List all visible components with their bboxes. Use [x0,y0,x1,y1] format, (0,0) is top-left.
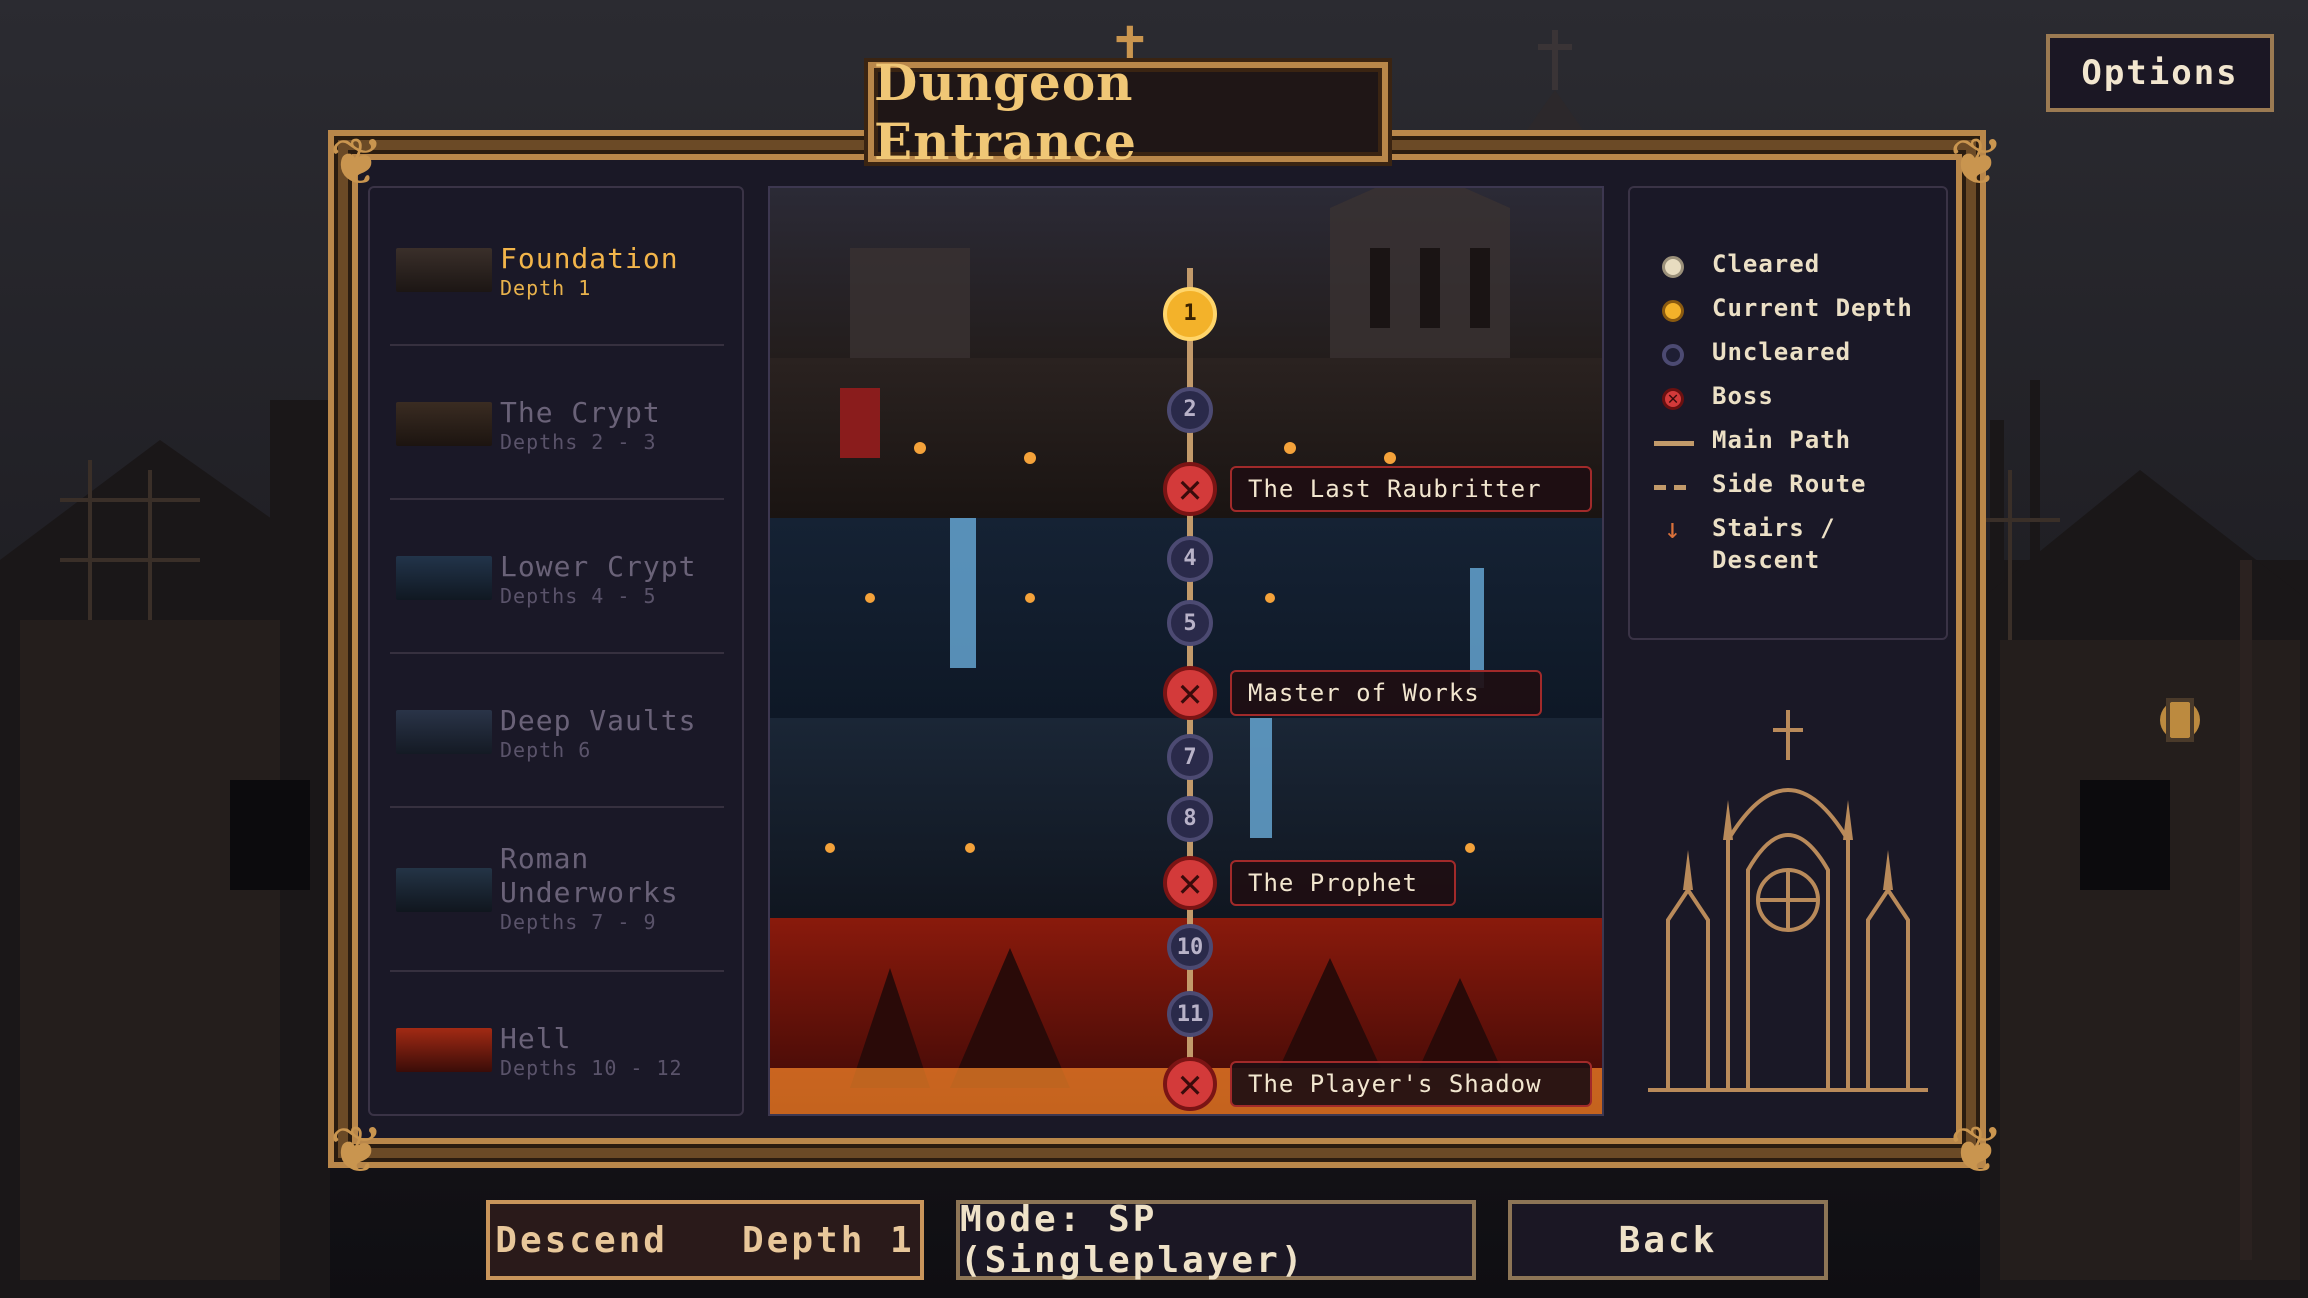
region-thumbnail [396,248,492,292]
legend-label: Current Depth [1712,294,1913,322]
boss-name-label: The Last Raubritter [1230,465,1592,512]
region-depth: Depth 1 [500,276,592,300]
depth-node[interactable]: 10 [1167,924,1213,971]
region-thumbnail [396,710,492,754]
map-legend: Cleared Current Depth Uncleared ✕ Boss M… [1628,186,1948,640]
legend-boss: ✕ Boss [1654,380,1774,420]
region-name: Foundation [500,242,679,275]
boss-name-label: Master of Works [1230,670,1542,717]
depth-node[interactable]: 2 [1167,386,1213,433]
legend-side-route: Side Route [1654,468,1867,508]
dungeon-map: 1 2 ✕ The Last Raubritter 4 5 ✕ Master of Works… [768,186,1604,1116]
mode-button[interactable]: Mode: SP (Singleplayer) [956,1199,1476,1281]
boss-node[interactable]: ✕ [1163,461,1217,516]
region-thumbnail [396,556,492,600]
page-title: Dungeon Entrance [874,53,1137,171]
legend-label-line: Descent [1712,546,1821,574]
options-button[interactable]: Options [2046,34,2274,112]
legend-label: Uncleared [1712,338,1852,366]
title-plate: Dungeon Entrance [868,53,1388,171]
boss-node[interactable]: ✕ [1163,855,1217,910]
region-thumbnail [396,1028,492,1072]
region-item-hell[interactable]: Hell Depths 10 - 12 [390,976,724,1126]
stairs-arrow-icon: ↓ [1664,512,1681,545]
region-depth: Depths 2 - 3 [500,430,657,454]
region-item-the-crypt[interactable]: The Crypt Depths 2 - 3 [390,350,724,500]
region-item-lower-crypt[interactable]: Lower Crypt Depths 4 - 5 [390,504,724,654]
side-route-dash-icon [1654,468,1694,508]
region-name: Roman Underworks [500,842,679,909]
region-name: The Crypt [500,396,661,429]
region-thumbnail [396,868,492,912]
depth-node[interactable]: 1 [1163,286,1217,341]
legend-label: Boss [1712,382,1774,410]
legend-label: Main Path [1712,426,1852,454]
depth-node[interactable]: 4 [1167,535,1213,582]
boss-icon: ✕ [1654,380,1694,420]
legend-uncleared: Uncleared [1654,336,1851,376]
region-depth: Depths 7 - 9 [500,910,657,934]
boss-name-label: The Prophet [1230,859,1456,906]
region-item-roman-underworks[interactable]: Roman Underworks Depths 7 - 9 [390,812,724,972]
back-button[interactable]: Back [1508,1200,1828,1280]
region-depth: Depth 6 [500,738,592,762]
legend-label: Cleared [1712,250,1821,278]
uncleared-dot-icon [1654,336,1694,376]
region-name: Lower Crypt [500,550,697,583]
region-item-foundation[interactable]: Foundation Depth 1 [390,196,724,346]
region-name: Hell [500,1022,572,1055]
current-dot-icon [1654,292,1694,332]
main-path-line-icon [1654,424,1694,464]
descend-button[interactable]: Descend Depth 1 [486,1200,924,1280]
depth-node[interactable]: 8 [1167,795,1213,842]
depth-node[interactable]: 5 [1167,600,1213,647]
legend-main-path: Main Path [1654,424,1851,464]
cleared-dot-icon [1654,248,1694,288]
region-item-deep-vaults[interactable]: Deep Vaults Depth 6 [390,658,724,808]
region-name: Deep Vaults [500,704,697,737]
region-thumbnail [396,402,492,446]
legend-cleared: Cleared [1654,248,1820,288]
frame-ornament-icon: ❦ [1950,1098,2000,1191]
boss-name-label: The Player's Shadow [1230,1061,1592,1108]
legend-current: Current Depth [1654,292,1913,332]
region-depth: Depths 10 - 12 [500,1056,683,1080]
legend-label: Stairs / Descent [1712,512,1836,576]
legend-label: Side Route [1712,470,1867,498]
cathedral-emblem [1628,700,1948,1100]
region-depth: Depths 4 - 5 [500,584,657,608]
legend-label-line: Stairs / [1712,514,1836,542]
region-list: Foundation Depth 1 The Crypt Depths 2 - … [368,186,744,1116]
boss-node[interactable]: ✕ [1163,666,1217,721]
legend-stairs: ↓ Stairs / Descent [1654,512,1836,582]
